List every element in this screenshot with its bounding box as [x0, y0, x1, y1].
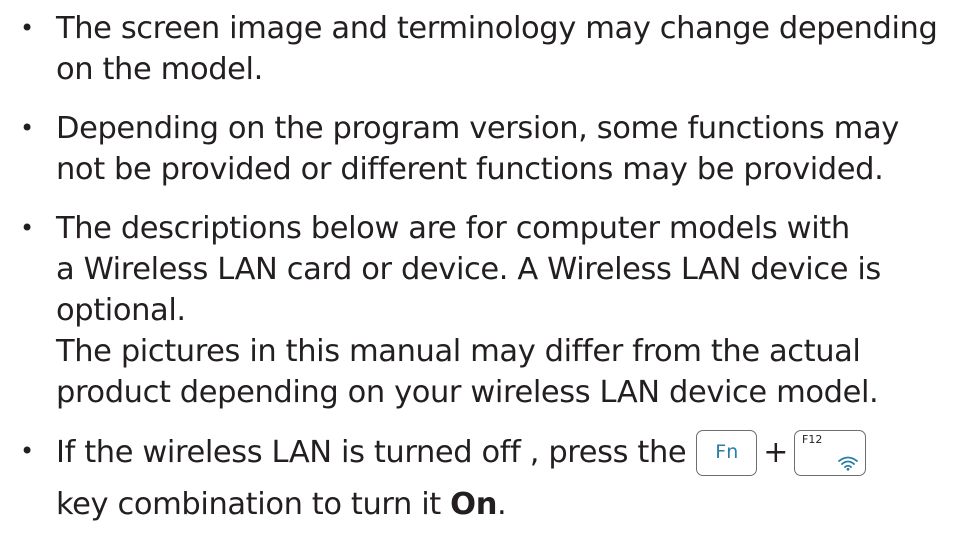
note-text-line: a Wireless LAN card or device. A Wireles… [56, 252, 881, 287]
plus-sign: + [763, 435, 789, 470]
note-text-fragment: . [497, 487, 507, 522]
note-text-line: on the model. [56, 52, 263, 87]
note-item: • The descriptions below are for compute… [16, 208, 956, 413]
bullet: • [20, 114, 34, 142]
note-item: • If the wireless LAN is turned off , pr… [16, 430, 956, 527]
fn-key-label: Fn [715, 441, 739, 463]
f12-key: F12 [794, 430, 867, 476]
note-text-line: The screen image and terminology may cha… [56, 11, 938, 46]
note-text-line: If the wireless LAN is turned off , pres… [56, 435, 687, 470]
note-text-line: Depending on the program version, some f… [56, 111, 899, 146]
note-text-line: product depending on your wireless LAN d… [56, 375, 879, 410]
note-text-line: The pictures in this manual may differ f… [56, 334, 861, 369]
note-item: • Depending on the program version, some… [16, 108, 956, 190]
note-text-fragment: key combination to turn it [56, 487, 451, 522]
note-text-line: optional. [56, 293, 186, 328]
fn-key: Fn [696, 430, 758, 476]
key-instruction-line: If the wireless LAN is turned off , pres… [56, 430, 956, 476]
f12-key-label: F12 [802, 433, 823, 446]
bullet: • [20, 437, 34, 465]
note-text-line: key combination to turn it On. [56, 483, 956, 527]
bullet: • [20, 214, 34, 242]
emphasis-on: On [450, 487, 498, 522]
wifi-icon [838, 456, 858, 471]
note-text-line: The descriptions below are for computer … [56, 211, 850, 246]
bullet: • [20, 14, 34, 42]
notes-list: • The screen image and terminology may c… [16, 8, 956, 545]
note-item: • The screen image and terminology may c… [16, 8, 956, 90]
note-text-line: not be provided or different functions m… [56, 152, 884, 187]
